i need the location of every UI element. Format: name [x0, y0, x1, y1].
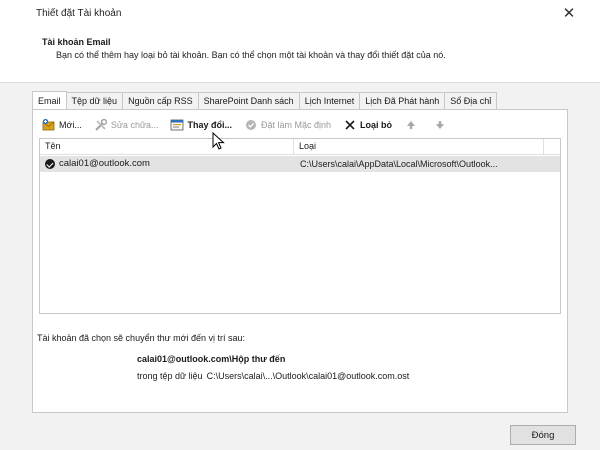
new-email-icon [42, 118, 56, 132]
tab-strip: Email Tệp dữ liệu Nguồn cấp RSS SharePoi… [32, 91, 498, 110]
repair-tools-icon [94, 118, 108, 132]
x-icon [343, 118, 357, 132]
change-account-label: Thay đổi... [187, 120, 232, 130]
table-row[interactable]: calai01@outlook.com C:\Users\calai\AppDa… [40, 156, 560, 172]
tab-rss-feeds[interactable]: Nguồn cấp RSS [122, 92, 199, 109]
new-account-label: Mới... [59, 120, 82, 130]
account-list: Tên Loại calai01@outlook.com C:\Users\ca… [39, 138, 561, 314]
close-dialog-button[interactable]: Đóng [510, 425, 576, 445]
new-account-button[interactable]: Mới... [39, 116, 85, 134]
tab-data-files[interactable]: Tệp dữ liệu [65, 92, 124, 109]
account-toolbar: Mới... Sửa chữa... Thay đổi... Đặt làm M… [39, 116, 459, 134]
email-tab-panel: Mới... Sửa chữa... Thay đổi... Đặt làm M… [32, 109, 568, 413]
tab-address-books[interactable]: Sổ Địa chỉ [444, 92, 498, 109]
title-bar: Thiết đặt Tài khoản ✕ [0, 0, 600, 28]
account-name: calai01@outlook.com [59, 158, 150, 169]
change-settings-icon [170, 118, 184, 132]
tab-email[interactable]: Email [32, 91, 67, 110]
default-account-check-icon [45, 159, 55, 169]
set-default-button[interactable]: Đặt làm Mặc định [241, 116, 334, 134]
repair-account-button[interactable]: Sửa chữa... [91, 116, 162, 134]
tab-sharepoint-lists[interactable]: SharePoint Danh sách [197, 92, 300, 109]
window-title: Thiết đặt Tài khoản [36, 8, 122, 19]
tab-published-calendars[interactable]: Lịch Đã Phát hành [359, 92, 446, 109]
header-section: Tài khoản Email Bạn có thể thêm hay loại… [0, 28, 600, 82]
data-file-path: C:\Users\calai\...\Outlook\calai01@outlo… [206, 371, 410, 381]
list-header: Tên Loại [40, 139, 560, 155]
arrow-up-icon [404, 118, 418, 132]
arrow-down-icon [433, 118, 447, 132]
data-file-lead: trong tệp dữ liệu [137, 371, 203, 381]
set-default-label: Đặt làm Mặc định [261, 120, 332, 130]
mouse-pointer-icon [212, 132, 225, 150]
move-down-button[interactable] [430, 116, 453, 134]
section-heading: Tài khoản Email [42, 37, 111, 47]
delivery-location-label: Tài khoản đã chọn sẽ chuyển thư mới đến … [37, 333, 246, 343]
section-description: Bạn có thể thêm hay loại bỏ tài khoản. B… [56, 50, 446, 60]
delivery-folder: calai01@outlook.com\Hộp thư đến [137, 354, 286, 364]
tab-internet-calendars[interactable]: Lịch Internet [298, 92, 361, 109]
remove-account-label: Loại bỏ [360, 120, 393, 130]
move-up-button[interactable] [401, 116, 424, 134]
remove-account-button[interactable]: Loại bỏ [340, 116, 395, 134]
close-window-icon[interactable]: ✕ [558, 4, 580, 24]
column-header-name[interactable]: Tên [40, 139, 294, 155]
column-header-type[interactable]: Loại [294, 139, 544, 155]
delivery-data-file: trong tệp dữ liệu C:\Users\calai\...\Out… [137, 371, 409, 381]
repair-account-label: Sửa chữa... [110, 120, 159, 130]
account-type-cell: C:\Users\calai\AppData\Local\Microsoft\O… [300, 159, 498, 169]
account-name-cell: calai01@outlook.com [45, 156, 150, 172]
checkmark-circle-icon [244, 118, 258, 132]
dialog-body: Email Tệp dữ liệu Nguồn cấp RSS SharePoi… [0, 82, 600, 450]
